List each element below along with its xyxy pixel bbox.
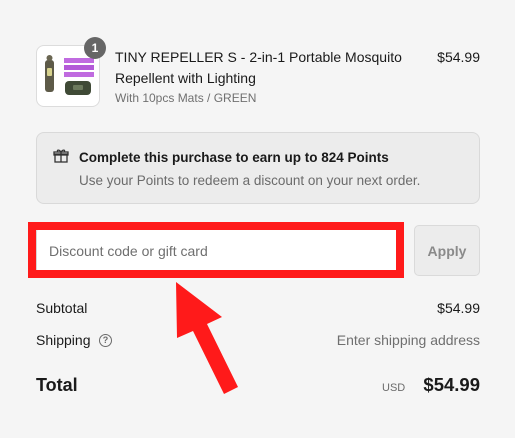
apply-button[interactable]: Apply	[414, 225, 480, 276]
subtotal-value: $54.99	[437, 300, 480, 316]
quantity-badge: 1	[84, 37, 106, 59]
product-variant: With 10pcs Mats / GREEN	[115, 91, 257, 105]
product-title: TINY REPELLER S - 2-in-1 Portable Mosqui…	[115, 49, 402, 86]
question-circle-icon[interactable]: ?	[99, 334, 112, 347]
shipping-label: Shipping	[36, 332, 91, 348]
gift-icon	[53, 148, 69, 164]
discount-code-input[interactable]	[36, 227, 399, 274]
shipping-value: Enter shipping address	[336, 332, 480, 348]
product-price: $54.99	[437, 49, 480, 65]
total-value: $54.99	[423, 374, 480, 395]
subtotal-label: Subtotal	[36, 300, 88, 316]
points-title: Complete this purchase to earn up to 824…	[79, 150, 389, 165]
total-label: Total	[36, 375, 78, 395]
currency-code: USD	[382, 382, 406, 394]
points-banner: Complete this purchase to earn up to 824…	[36, 132, 480, 204]
points-subtitle: Use your Points to redeem a discount on …	[79, 173, 421, 188]
red-arrow-annotation	[176, 282, 238, 394]
